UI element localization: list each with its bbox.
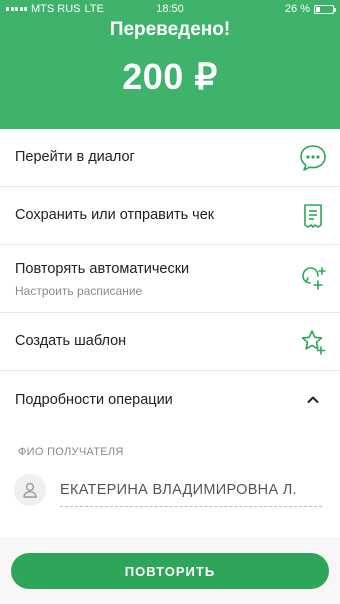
- actions-card: Перейти в диалог Сохранить или отправить…: [0, 129, 340, 604]
- recipient-divider: [60, 506, 322, 507]
- repeat-automatically-item[interactable]: Повторять автоматически Настроить распис…: [0, 245, 340, 313]
- receipt-icon: [298, 201, 328, 231]
- battery-percent: 26 %: [284, 3, 310, 15]
- bottom-bar: ПОВТОРИТЬ: [0, 537, 340, 604]
- battery-icon: [314, 4, 336, 14]
- save-receipt-item[interactable]: Сохранить или отправить чек: [0, 187, 340, 245]
- repeat-button[interactable]: ПОВТОРИТЬ: [11, 553, 329, 589]
- transfer-amount: 200 ₽: [122, 56, 218, 97]
- chat-icon: [298, 143, 328, 173]
- success-header: MTS RUS LTE 18:50 26 % Переведено! 200 ₽: [0, 0, 340, 129]
- status-bar: MTS RUS LTE 18:50 26 %: [0, 0, 340, 18]
- operation-details-toggle[interactable]: Подробности операции: [0, 371, 340, 429]
- star-add-icon: [298, 327, 328, 357]
- create-template-label: Создать шаблон: [15, 333, 127, 349]
- page-title: Переведено!: [109, 19, 231, 40]
- create-template-item[interactable]: Создать шаблон: [0, 313, 340, 371]
- recipient-name: ЕКАТЕРИНА ВЛАДИМИРОВНА Л.: [60, 482, 297, 498]
- go-to-dialog-item[interactable]: Перейти в диалог: [0, 129, 340, 187]
- chevron-up-icon: [298, 385, 328, 415]
- schedule-add-icon: [298, 263, 328, 293]
- save-receipt-label: Сохранить или отправить чек: [15, 207, 215, 223]
- operation-details-label: Подробности операции: [15, 392, 173, 408]
- set-schedule-sublabel: Настроить расписание: [15, 284, 143, 298]
- repeat-automatically-label: Повторять автоматически: [15, 261, 190, 277]
- person-icon: [14, 474, 46, 506]
- go-to-dialog-label: Перейти в диалог: [15, 149, 135, 165]
- recipient-caption: ФИО ПОЛУЧАТЕЛЯ: [18, 446, 124, 458]
